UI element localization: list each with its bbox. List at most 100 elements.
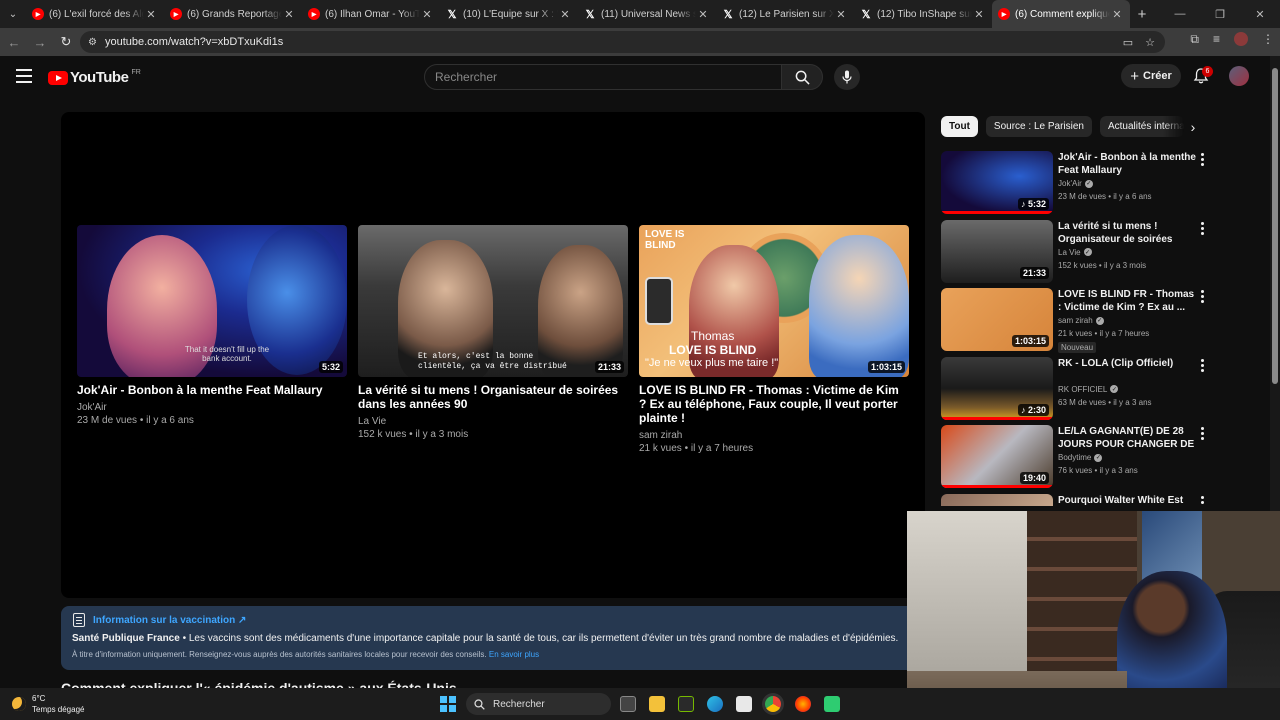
browser-tab[interactable]: ▶ (6) Ilhan Omar - YouTube✕ xyxy=(302,0,440,28)
tab-search-chevron-icon[interactable]: ⌄ xyxy=(0,0,26,28)
more-options-icon[interactable] xyxy=(1198,427,1206,440)
search-input[interactable]: Rechercher xyxy=(424,64,782,90)
tab-close-icon[interactable]: ✕ xyxy=(972,8,986,21)
recommended-title[interactable]: Pourquoi Walter White Est Le xyxy=(1058,494,1196,506)
tab-close-icon[interactable]: ✕ xyxy=(144,8,158,21)
recommended-thumbnail[interactable]: 1:03:15 xyxy=(941,288,1053,351)
store-icon[interactable] xyxy=(736,696,752,712)
recommended-channel[interactable]: RK OFFICIEL ✓ xyxy=(1058,385,1119,394)
taskbar-search[interactable]: Rechercher xyxy=(466,693,611,715)
browser-menu-icon[interactable]: ⋮ xyxy=(1262,32,1274,47)
browser-tab[interactable]: ▶ (6) Comment expliquer l'✕ xyxy=(992,0,1130,28)
endscreen-video-title[interactable]: Jok'Air - Bonbon à la menthe Feat Mallau… xyxy=(77,383,347,397)
endscreen-thumbnail[interactable]: Et alors, c'est la bonne clientèle, ça v… xyxy=(358,225,628,377)
endscreen-video-card[interactable]: That it doesn't fill up the bank account… xyxy=(77,225,347,427)
weather-widget[interactable]: 6°C Temps dégagé xyxy=(12,693,84,715)
tab-close-icon[interactable]: ✕ xyxy=(282,8,296,21)
x-logo-icon: 𝕏 xyxy=(861,8,871,21)
recommended-video[interactable]: 21:33 La vérité si tu mens ! Organisateur… xyxy=(941,219,1206,284)
recommended-channel[interactable]: sam zirah ✓ xyxy=(1058,316,1104,325)
menu-hamburger-icon[interactable] xyxy=(16,69,32,83)
recommended-channel[interactable]: Bodytime ✓ xyxy=(1058,453,1103,462)
search-button[interactable] xyxy=(781,64,823,90)
account-avatar[interactable] xyxy=(1229,66,1249,86)
recommended-thumbnail[interactable] xyxy=(941,493,1053,506)
cast-icon[interactable]: ▭ xyxy=(1123,36,1133,49)
chip-international-news[interactable]: Actualités internationales xyxy=(1099,116,1184,137)
endscreen-video-title[interactable]: LOVE IS BLIND FR - Thomas : Victime de K… xyxy=(639,383,909,425)
close-window-icon[interactable]: ✕ xyxy=(1240,0,1280,28)
tab-close-icon[interactable]: ✕ xyxy=(420,8,434,21)
back-icon[interactable]: ← xyxy=(2,30,26,54)
tab-close-icon[interactable]: ✕ xyxy=(1110,8,1124,21)
tab-close-icon[interactable]: ✕ xyxy=(834,8,848,21)
recommended-video[interactable]: 1:03:15 LOVE IS BLIND FR - Thomas : Victi… xyxy=(941,288,1206,353)
browser-tab[interactable]: 𝕏 (10) L'Équipe sur X : "À qu✕ xyxy=(440,0,578,28)
endscreen-video-card[interactable]: LOVE IS BLIND Thomas LOVE IS BLIND "Je n… xyxy=(639,225,909,455)
recommended-video[interactable]: ♪ 5:32 Jok'Air - Bonbon à la menthe Feat … xyxy=(941,151,1206,215)
address-bar[interactable]: ⚙ youtube.com/watch?v=xbDTxuKdi1s ▭ ☆ xyxy=(80,31,1165,53)
app-icon[interactable] xyxy=(824,696,840,712)
extensions-icon[interactable]: ⧉ xyxy=(1190,32,1199,47)
info-panel-header[interactable]: Information sur la vaccination ↗ xyxy=(73,613,246,627)
recommended-thumbnail[interactable]: ♪ 5:32 xyxy=(941,151,1053,214)
more-options-icon[interactable] xyxy=(1198,495,1206,506)
bookmark-star-icon[interactable]: ☆ xyxy=(1145,36,1155,49)
endscreen-video-card[interactable]: Et alors, c'est la bonne clientèle, ça v… xyxy=(358,225,628,441)
voice-search-button[interactable] xyxy=(834,64,860,90)
verified-check-icon: ✓ xyxy=(1110,385,1119,393)
media-control-icon[interactable]: ≡ xyxy=(1213,32,1220,47)
info-panel-heading[interactable]: Information sur la vaccination ↗ xyxy=(93,615,246,626)
create-button[interactable]: + Créer xyxy=(1121,64,1181,88)
recommended-title[interactable]: LE/LA GAGNANT(E) DE 28 JOURS POUR CHANGE… xyxy=(1058,425,1196,451)
recommended-video[interactable]: Pourquoi Walter White Est Le xyxy=(941,493,1206,506)
minimize-icon[interactable]: — xyxy=(1160,0,1200,28)
new-tab-button[interactable]: + xyxy=(1130,0,1154,28)
chevron-right-icon[interactable]: › xyxy=(1185,118,1201,136)
endscreen-video-title[interactable]: La vérité si tu mens ! Organisateur de s… xyxy=(358,383,628,411)
nvidia-icon[interactable] xyxy=(678,696,694,712)
site-info-icon[interactable]: ⚙ xyxy=(88,37,97,48)
chip-source-le-parisien[interactable]: Source : Le Parisien xyxy=(985,116,1092,137)
recommended-thumbnail[interactable]: 21:33 xyxy=(941,219,1053,283)
profile-avatar-icon[interactable] xyxy=(1234,32,1248,46)
youtube-logo[interactable]: YouTube FR xyxy=(48,69,141,86)
learn-more-link[interactable]: En savoir plus xyxy=(489,650,539,659)
more-options-icon[interactable] xyxy=(1198,358,1206,372)
firefox-icon[interactable] xyxy=(795,696,811,712)
forward-icon[interactable]: → xyxy=(28,30,52,54)
browser-tab[interactable]: ▶ (6) L'exil forcé des Algérie✕ xyxy=(26,0,164,28)
chip-all[interactable]: Tout xyxy=(941,116,978,137)
recommended-title[interactable]: La vérité si tu mens ! Organisateur de s… xyxy=(1058,220,1196,246)
more-options-icon[interactable] xyxy=(1198,153,1206,166)
recommended-title[interactable]: Jok'Air - Bonbon à la menthe Feat Mallau… xyxy=(1058,151,1196,177)
browser-tab[interactable]: 𝕏 (12) Le Parisien sur X : "🔴✕ xyxy=(716,0,854,28)
recommended-title[interactable]: RK - LOLA (Clip Officiel) xyxy=(1058,357,1196,370)
tab-close-icon[interactable]: ✕ xyxy=(696,8,710,21)
recommended-channel[interactable]: Jok'Air ✓ xyxy=(1058,179,1093,188)
recommended-channel[interactable]: La Vie ✓ xyxy=(1058,248,1092,257)
browser-tab[interactable]: ▶ (6) Grands Reportages - L✕ xyxy=(164,0,302,28)
chrome-icon[interactable] xyxy=(765,696,781,712)
file-explorer-icon[interactable] xyxy=(649,696,665,712)
url-text[interactable]: youtube.com/watch?v=xbDTxuKdi1s xyxy=(105,36,1123,48)
edge-icon[interactable] xyxy=(707,696,723,712)
more-options-icon[interactable] xyxy=(1198,290,1206,303)
task-view-icon[interactable] xyxy=(620,696,636,712)
scrollbar-thumb[interactable] xyxy=(1272,68,1278,384)
browser-tab[interactable]: 𝕏 (11) Universal News sur X✕ xyxy=(578,0,716,28)
maximize-icon[interactable]: ❐ xyxy=(1200,0,1240,28)
video-player[interactable]: That it doesn't fill up the bank account… xyxy=(61,112,925,598)
tab-close-icon[interactable]: ✕ xyxy=(558,8,572,21)
windows-start-icon[interactable] xyxy=(440,696,456,712)
endscreen-thumbnail[interactable]: LOVE IS BLIND Thomas LOVE IS BLIND "Je n… xyxy=(639,225,909,377)
recommended-video[interactable]: 19:40 LE/LA GAGNANT(E) DE 28 JOURS POUR C… xyxy=(941,425,1206,489)
browser-tab[interactable]: 𝕏 (12) Tibo InShape sur X :✕ xyxy=(854,0,992,28)
recommended-title[interactable]: LOVE IS BLIND FR - Thomas : Victime de K… xyxy=(1058,288,1196,314)
reload-icon[interactable]: ↻ xyxy=(54,30,78,54)
more-options-icon[interactable] xyxy=(1198,221,1206,235)
recommended-thumbnail[interactable]: 19:40 xyxy=(941,425,1053,488)
recommended-video[interactable]: ♪ 2:30 RK - LOLA (Clip Officiel) RK OFFICI… xyxy=(941,356,1206,421)
recommended-thumbnail[interactable]: ♪ 2:30 xyxy=(941,356,1053,420)
endscreen-thumbnail[interactable]: That it doesn't fill up the bank account… xyxy=(77,225,347,377)
